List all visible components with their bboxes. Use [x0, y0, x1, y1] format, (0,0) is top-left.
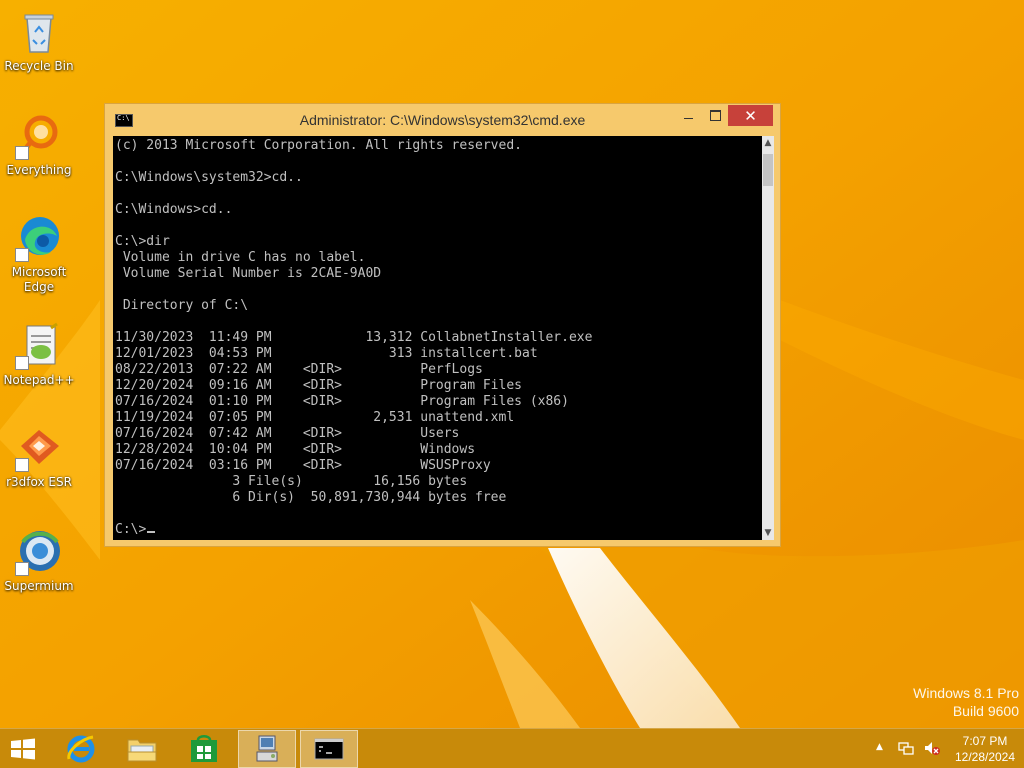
console-line: 07/16/2024 01:10 PM <DIR> Program Files …	[115, 394, 569, 409]
taskbar-internet-explorer[interactable]	[52, 730, 110, 768]
command-prompt-icon	[314, 738, 344, 760]
clock-date[interactable]: 12/28/2024	[950, 750, 1020, 764]
desktop-icon-label: Supermium	[4, 579, 74, 593]
desktop-icon-label: Everything	[6, 163, 72, 177]
shortcut-arrow-icon	[15, 356, 29, 370]
volume-muted-icon[interactable]	[924, 740, 940, 756]
console-line: 6 Dir(s) 50,891,730,944 bytes free	[115, 490, 507, 505]
windows-logo-icon	[11, 738, 35, 760]
shortcut-arrow-icon	[15, 458, 29, 472]
scroll-up-arrow-icon[interactable]: ▲	[762, 136, 774, 150]
console-line: 12/20/2024 09:16 AM <DIR> Program Files	[115, 378, 522, 393]
clock-time[interactable]: 7:07 PM	[950, 734, 1020, 748]
text-cursor	[147, 531, 156, 533]
everything-search-icon	[15, 112, 63, 160]
console-line: (c) 2013 Microsoft Corporation. All righ…	[115, 138, 522, 153]
internet-explorer-icon	[67, 735, 95, 763]
desktop-icon-notepad-plus-plus[interactable]: Notepad++	[3, 322, 75, 388]
desktop-icon-r3dfox-esr[interactable]: r3dfox ESR	[4, 424, 74, 490]
desktop-icon-recycle-bin[interactable]: Recycle Bin	[4, 8, 74, 74]
system-tray: ▲ 7:07 PM 12/28/2024	[870, 729, 1024, 768]
shortcut-arrow-icon	[15, 562, 29, 576]
console-line: Volume in drive C has no label.	[115, 250, 366, 265]
recycle-bin-icon	[15, 8, 63, 56]
desktop-icon-microsoft-edge[interactable]: Microsoft Edge	[4, 214, 74, 295]
taskbar-pinned-app[interactable]	[238, 730, 296, 768]
notepad-plus-plus-icon	[15, 322, 63, 370]
watermark-edition: Windows 8.1 Pro	[913, 685, 1019, 701]
taskbar-windows-store[interactable]	[175, 730, 233, 768]
console-line: Directory of C:\	[115, 298, 249, 313]
network-icon[interactable]	[898, 741, 914, 755]
computer-app-icon	[256, 735, 278, 762]
cmd-window-icon[interactable]	[115, 114, 133, 127]
console-line: C:\Windows\system32>cd..	[115, 170, 303, 185]
cmd-window[interactable]: Administrator: C:\Windows\system32\cmd.e…	[104, 103, 781, 547]
close-icon: ✕	[744, 106, 757, 125]
console-line: 12/28/2024 10:04 PM <DIR> Windows	[115, 442, 476, 457]
console-output[interactable]: (c) 2013 Microsoft Corporation. All righ…	[113, 136, 762, 540]
console-prompt-line: C:\>	[115, 522, 755, 538]
console-line: 07/16/2024 07:42 AM <DIR> Users	[115, 426, 460, 441]
watermark-build: Build 9600	[952, 703, 1019, 719]
folder-icon	[127, 739, 157, 762]
console-line: Volume Serial Number is 2CAE-9A0D	[115, 266, 382, 281]
console-line: 11/19/2024 07:05 PM 2,531 unattend.xml	[115, 410, 515, 425]
scroll-down-arrow-icon[interactable]: ▼	[762, 526, 774, 540]
edge-browser-icon	[15, 214, 63, 262]
supermium-browser-icon	[15, 528, 63, 576]
desktop-icon-label: Microsoft Edge	[11, 265, 67, 294]
taskbar: ▲ 7:07 PM 12/28/2024	[0, 728, 1024, 768]
scroll-thumb[interactable]	[763, 154, 773, 186]
minimize-button[interactable]	[675, 105, 701, 126]
console-line: 12/01/2023 04:53 PM 313 installcert.bat	[115, 346, 538, 361]
taskbar-command-prompt[interactable]	[300, 730, 358, 768]
console-line: 08/22/2013 07:22 AM <DIR> PerfLogs	[115, 362, 483, 377]
window-title: Administrator: C:\Windows\system32\cmd.e…	[299, 112, 586, 128]
desktop-icon-everything[interactable]: Everything	[4, 112, 74, 178]
console-line: C:\Windows>cd..	[115, 202, 233, 217]
vertical-scrollbar[interactable]: ▲ ▼	[762, 136, 774, 540]
windows-watermark: Windows 8.1 Pro Build 9600	[913, 684, 1019, 720]
desktop-icon-label: r3dfox ESR	[6, 475, 72, 489]
desktop-icon-label: Recycle Bin	[4, 59, 74, 73]
shortcut-arrow-icon	[15, 248, 29, 262]
console-text: (c) 2013 Microsoft Corporation. All righ…	[115, 138, 755, 538]
console-line: 3 File(s) 16,156 bytes	[115, 474, 468, 489]
r3dfox-browser-icon	[15, 424, 63, 472]
start-button[interactable]	[0, 730, 46, 768]
store-icon	[191, 735, 217, 762]
shortcut-arrow-icon	[15, 146, 29, 160]
maximize-button[interactable]	[702, 105, 728, 126]
desktop-icon-label: Notepad++	[3, 373, 75, 387]
show-hidden-icons-chevron-icon[interactable]: ▲	[876, 742, 883, 752]
close-button[interactable]: ✕	[728, 105, 773, 126]
console-line: 11/30/2023 11:49 PM 13,312 CollabnetInst…	[115, 330, 593, 345]
taskbar-file-explorer[interactable]	[113, 730, 171, 768]
console-line: 07/16/2024 03:16 PM <DIR> WSUSProxy	[115, 458, 491, 473]
console-prompt: C:\>	[115, 522, 147, 537]
desktop-icon-supermium[interactable]: Supermium	[4, 528, 74, 594]
title-bar[interactable]: Administrator: C:\Windows\system32\cmd.e…	[105, 104, 780, 136]
console-line: C:\>dir	[115, 234, 170, 249]
